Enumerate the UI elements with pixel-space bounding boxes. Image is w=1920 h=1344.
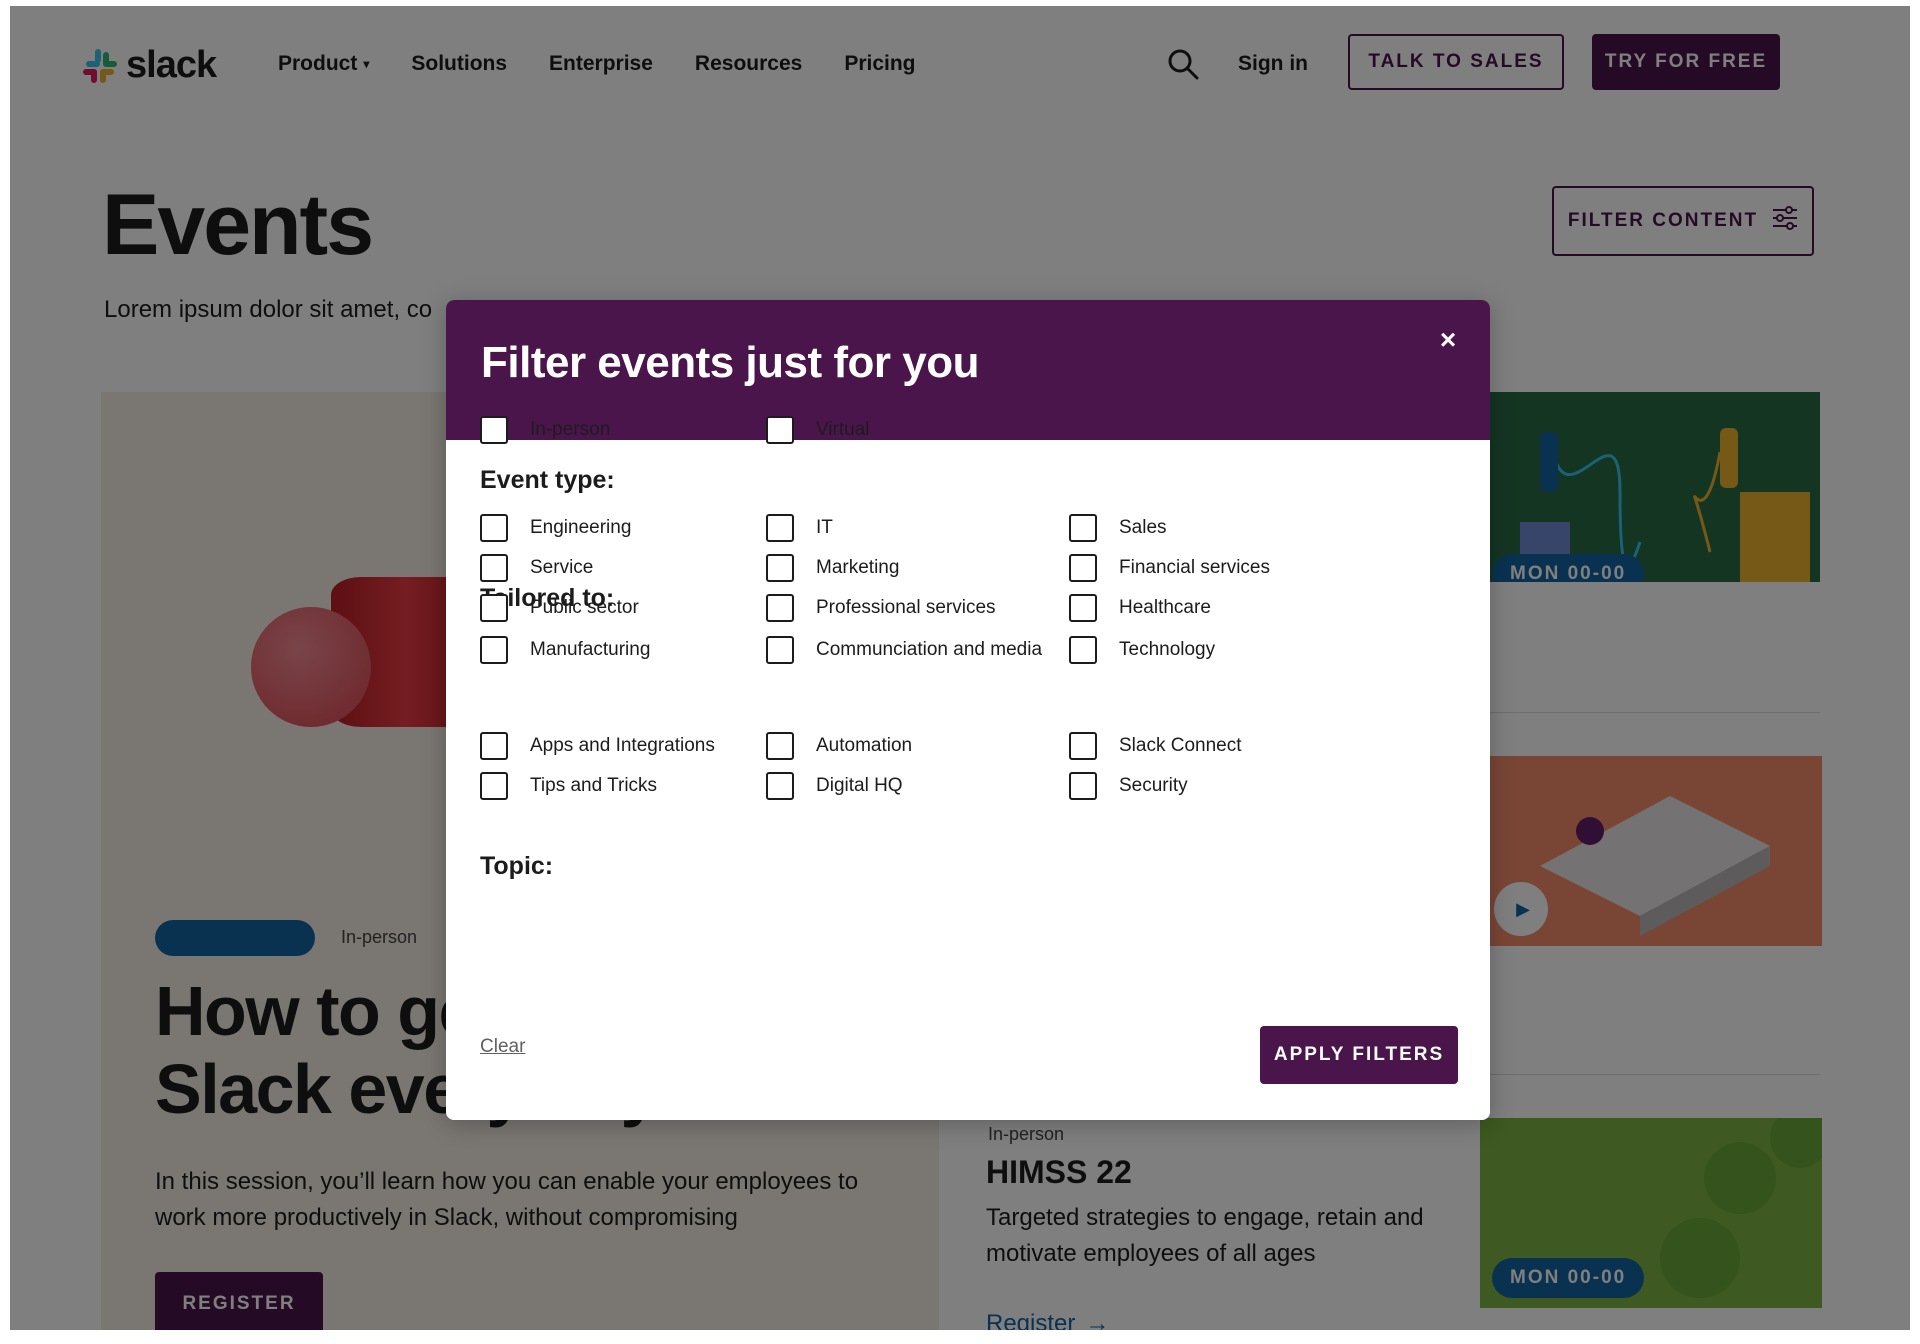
- checkbox[interactable]: [766, 514, 794, 542]
- checkbox[interactable]: [1069, 636, 1097, 664]
- checkbox[interactable]: [1069, 514, 1097, 542]
- event-type-heading: Event type:: [480, 466, 615, 494]
- filter-option[interactable]: Security: [1069, 772, 1188, 800]
- filter-option-label: Apps and Integrations: [530, 735, 715, 756]
- checkbox[interactable]: [1069, 554, 1097, 582]
- filter-option[interactable]: Slack Connect: [1069, 732, 1242, 760]
- filter-option[interactable]: Healthcare: [1069, 594, 1211, 622]
- filter-option-label: Technology: [1119, 639, 1216, 660]
- checkbox[interactable]: [766, 416, 794, 444]
- checkbox[interactable]: [480, 636, 508, 664]
- browser-frame: slack Product▾ Solutions Enterprise Reso…: [10, 6, 1910, 1330]
- filter-option-label: Automation: [816, 735, 913, 756]
- checkbox[interactable]: [1069, 772, 1097, 800]
- filter-option-label: IT: [816, 517, 833, 538]
- filter-option-label: Public sector: [530, 597, 639, 618]
- filter-option[interactable]: Apps and Integrations: [480, 732, 715, 760]
- filter-option[interactable]: In-person: [480, 416, 610, 444]
- filter-option[interactable]: Engineering: [480, 514, 631, 542]
- checkbox[interactable]: [1069, 732, 1097, 760]
- filter-option[interactable]: Sales: [1069, 514, 1167, 542]
- checkbox[interactable]: [766, 554, 794, 582]
- filter-option-label: Slack Connect: [1119, 735, 1242, 756]
- checkbox[interactable]: [1069, 594, 1097, 622]
- checkbox[interactable]: [766, 594, 794, 622]
- filter-option-label: Service: [530, 557, 594, 578]
- filter-option-label: Financial services: [1119, 557, 1270, 578]
- filter-option-label: In-person: [530, 419, 611, 440]
- filter-option[interactable]: Technology: [1069, 636, 1215, 664]
- checkbox[interactable]: [480, 514, 508, 542]
- filter-option-label: Tips and Tricks: [530, 775, 658, 796]
- topic-heading: Topic:: [480, 852, 554, 880]
- checkbox[interactable]: [480, 554, 508, 582]
- checkbox[interactable]: [480, 772, 508, 800]
- filter-option-label: Communciation and media: [816, 639, 1043, 660]
- filter-option-label: Professional services: [816, 597, 996, 618]
- filter-option[interactable]: Marketing: [766, 554, 899, 582]
- checkbox[interactable]: [480, 732, 508, 760]
- filter-option[interactable]: Virtual: [766, 416, 870, 444]
- filter-option-label: Sales: [1119, 517, 1167, 538]
- filter-option-label: Engineering: [530, 517, 632, 538]
- checkbox[interactable]: [480, 594, 508, 622]
- filter-option[interactable]: Manufacturing: [480, 636, 650, 664]
- checkbox[interactable]: [480, 416, 508, 444]
- filter-option-label: Healthcare: [1119, 597, 1211, 618]
- filter-option[interactable]: IT: [766, 514, 833, 542]
- filter-option[interactable]: Public sector: [480, 594, 639, 622]
- filter-option[interactable]: Financial services: [1069, 554, 1270, 582]
- checkbox[interactable]: [766, 732, 794, 760]
- filter-option[interactable]: Tips and Tricks: [480, 772, 657, 800]
- filter-option[interactable]: Service: [480, 554, 593, 582]
- close-icon[interactable]: ×: [1432, 324, 1464, 356]
- filter-option-label: Security: [1119, 775, 1188, 796]
- checkbox[interactable]: [766, 772, 794, 800]
- filter-modal: Filter events just for you × Event type:…: [446, 300, 1490, 1120]
- filter-option[interactable]: Automation: [766, 732, 912, 760]
- filter-option-label: Marketing: [816, 557, 900, 578]
- checkbox[interactable]: [766, 636, 794, 664]
- filter-option-label: Manufacturing: [530, 639, 651, 660]
- filter-option-label: Virtual: [816, 419, 870, 440]
- clear-link[interactable]: Clear: [480, 1036, 525, 1058]
- apply-filters-button[interactable]: APPLY FILTERS: [1260, 1026, 1458, 1084]
- filter-option-label: Digital HQ: [816, 775, 903, 796]
- events-page: slack Product▾ Solutions Enterprise Reso…: [10, 6, 1910, 1330]
- filter-option[interactable]: Professional services: [766, 594, 996, 622]
- modal-title: Filter events just for you: [481, 338, 979, 387]
- filter-option[interactable]: Communciation and media: [766, 636, 1042, 664]
- filter-option[interactable]: Digital HQ: [766, 772, 903, 800]
